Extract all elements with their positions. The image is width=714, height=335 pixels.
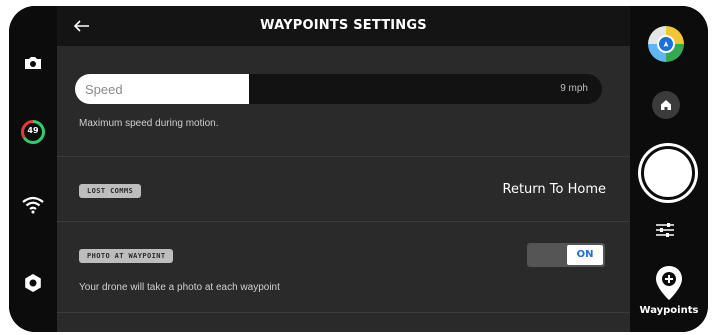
- lost-comms-tag: LOST COMMS: [79, 184, 142, 198]
- screenshot-frame: 49 WAYPOINTS SETTINGS Speed 9 mph Maximu…: [0, 0, 714, 335]
- speed-label: Speed: [85, 82, 123, 97]
- speed-value: 9 mph: [560, 83, 588, 94]
- app-window: 49 WAYPOINTS SETTINGS Speed 9 mph Maximu…: [9, 6, 708, 332]
- shutter-button[interactable]: [641, 146, 695, 200]
- battery-indicator[interactable]: 49: [20, 119, 46, 145]
- speed-slider[interactable]: Speed 9 mph: [75, 74, 602, 104]
- gear-icon[interactable]: [20, 270, 46, 296]
- photo-at-waypoint-toggle[interactable]: ON: [527, 243, 605, 267]
- photo-at-waypoint-row: PHOTO AT WAYPOINT ON Your drone will tak…: [57, 222, 630, 313]
- map-icon: [657, 35, 675, 53]
- sliders-icon: [656, 223, 674, 237]
- right-rail: Waypoints: [630, 6, 708, 332]
- lost-comms-value[interactable]: Return To Home: [503, 182, 606, 197]
- map-button[interactable]: [648, 26, 684, 62]
- home-icon: [661, 100, 671, 110]
- battery-value: 49: [27, 126, 39, 135]
- header-bar: WAYPOINTS SETTINGS: [57, 6, 630, 46]
- photo-at-waypoint-tag: PHOTO AT WAYPOINT: [79, 249, 174, 263]
- photo-at-waypoint-description: Your drone will take a photo at each way…: [79, 282, 280, 293]
- toggle-on-label[interactable]: ON: [567, 245, 603, 265]
- lost-comms-row[interactable]: LOST COMMS Return To Home: [57, 157, 630, 222]
- page-title: WAYPOINTS SETTINGS: [260, 18, 427, 33]
- camera-icon[interactable]: [20, 50, 46, 76]
- settings-panel: WAYPOINTS SETTINGS Speed 9 mph Maximum s…: [57, 6, 630, 332]
- wifi-icon[interactable]: [20, 192, 46, 218]
- waypoints-button[interactable]: Waypoints: [630, 265, 708, 321]
- waypoints-label: Waypoints: [639, 305, 699, 316]
- speed-setting-row: Speed 9 mph Maximum speed during motion.: [57, 46, 630, 157]
- sliders-button[interactable]: [651, 218, 679, 242]
- speed-description: Maximum speed during motion.: [79, 118, 219, 129]
- home-button[interactable]: [652, 91, 680, 119]
- left-rail: 49: [9, 6, 57, 332]
- waypoint-pin-icon: [656, 266, 682, 300]
